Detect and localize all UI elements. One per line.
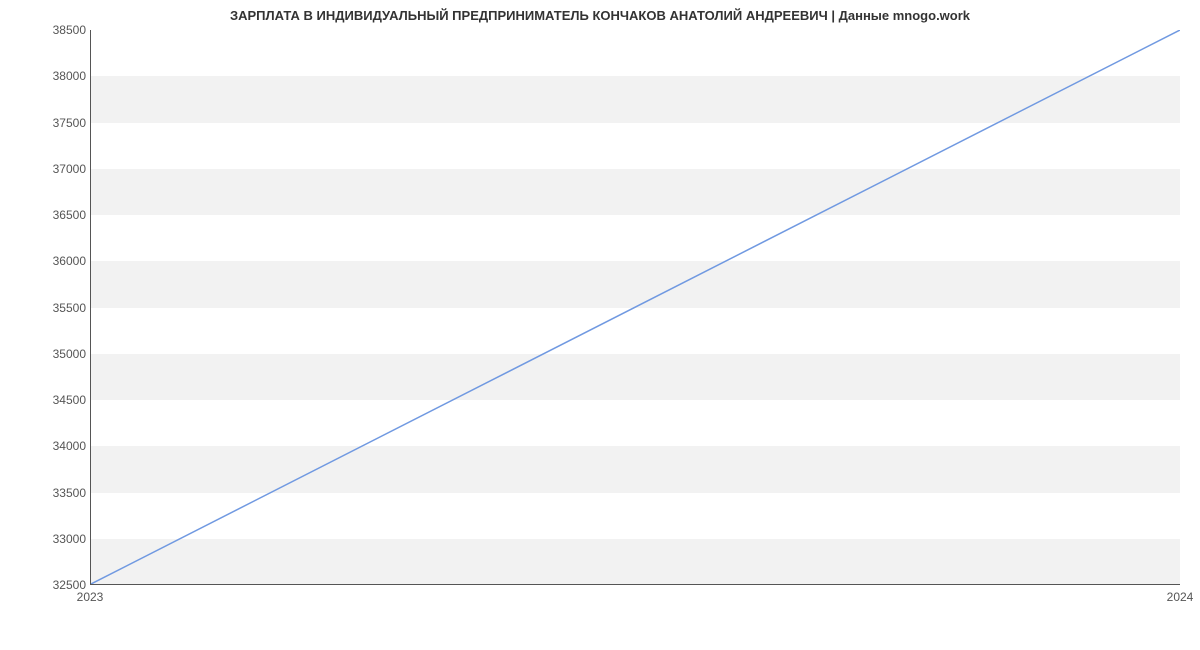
chart-title: ЗАРПЛАТА В ИНДИВИДУАЛЬНЫЙ ПРЕДПРИНИМАТЕЛ…	[0, 8, 1200, 23]
x-tick-label: 2023	[77, 590, 104, 604]
y-tick-label: 35000	[0, 347, 86, 361]
y-tick-label: 37500	[0, 116, 86, 130]
line-layer	[91, 30, 1180, 584]
x-tick-label: 2024	[1167, 590, 1194, 604]
plot-area	[90, 30, 1180, 585]
y-tick-label: 37000	[0, 162, 86, 176]
y-tick-label: 36500	[0, 208, 86, 222]
y-tick-label: 35500	[0, 301, 86, 315]
y-tick-label: 38000	[0, 69, 86, 83]
y-tick-label: 34500	[0, 393, 86, 407]
series-line	[91, 30, 1180, 584]
y-tick-label: 33500	[0, 486, 86, 500]
y-tick-label: 33000	[0, 532, 86, 546]
y-tick-label: 32500	[0, 578, 86, 592]
salary-chart: ЗАРПЛАТА В ИНДИВИДУАЛЬНЫЙ ПРЕДПРИНИМАТЕЛ…	[0, 0, 1200, 650]
y-tick-label: 36000	[0, 254, 86, 268]
y-tick-label: 34000	[0, 439, 86, 453]
y-tick-label: 38500	[0, 23, 86, 37]
